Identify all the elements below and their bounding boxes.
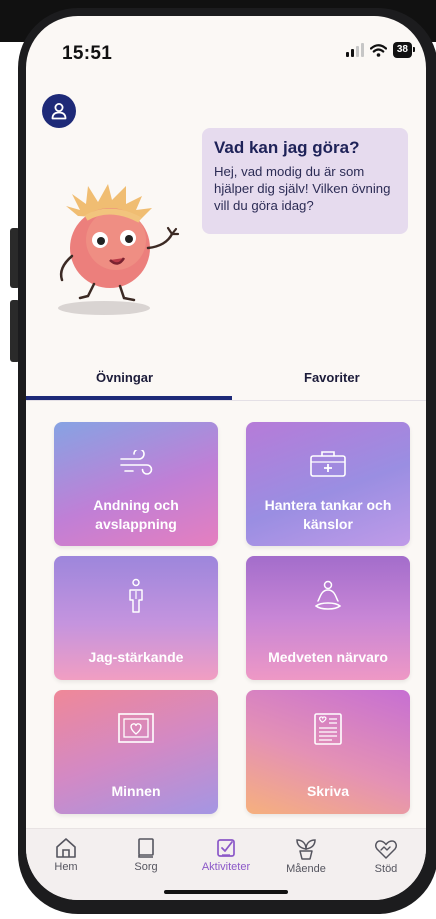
- nav-label: Mående: [286, 863, 326, 875]
- tab-divider: [26, 400, 426, 401]
- exercise-label: Hantera tankar och känslor: [264, 497, 392, 532]
- heart-hands-icon: [375, 840, 397, 859]
- exercise-label: Skriva: [306, 783, 350, 799]
- status-time: 15:51: [62, 43, 113, 64]
- battery-indicator: 38: [392, 42, 416, 58]
- phone-frame: 15:51 38 Vad kan jag göra? Hej, vad modi…: [18, 8, 436, 914]
- wifi-icon: [369, 43, 387, 57]
- status-icons: 38: [345, 42, 416, 58]
- exercise-card-jag-starkande[interactable]: Jag-stärkande: [54, 556, 218, 680]
- exercise-card-medveten-narvaro[interactable]: Medveten närvaro: [246, 556, 410, 680]
- notebook-icon: [314, 713, 342, 745]
- tab-ovningar[interactable]: Övningar: [96, 370, 153, 385]
- nav-label: Stöd: [374, 863, 398, 875]
- exercise-label: Jag-stärkande: [88, 649, 184, 665]
- home-icon: [56, 838, 76, 858]
- mascot-illustration: [58, 184, 180, 315]
- nav-label: Aktiviteter: [201, 861, 251, 873]
- nav-label: Sorg: [134, 861, 158, 873]
- exercise-card-andning[interactable]: Andning och avslappning: [54, 422, 218, 546]
- book-icon: [138, 838, 154, 858]
- exercise-card-minnen[interactable]: Minnen: [54, 690, 218, 814]
- profile-avatar-button[interactable]: [42, 94, 76, 128]
- person-icon: [129, 578, 143, 613]
- nav-item-sorg[interactable]: Sorg: [106, 829, 186, 873]
- app-screen: 15:51 38 Vad kan jag göra? Hej, vad modi…: [26, 16, 426, 900]
- nav-label: Hem: [54, 861, 78, 873]
- greeting-bubble: Vad kan jag göra? Hej, vad modig du är s…: [202, 128, 408, 234]
- tab-favoriter[interactable]: Favoriter: [304, 370, 360, 385]
- exercise-card-skriva[interactable]: Skriva: [246, 690, 410, 814]
- signal-icon: [345, 43, 364, 57]
- meditation-icon: [314, 580, 342, 610]
- nav-item-hem[interactable]: Hem: [26, 829, 106, 873]
- plant-icon: [296, 839, 316, 860]
- checkbox-icon: [217, 839, 235, 857]
- nav-item-stod[interactable]: Stöd: [346, 829, 426, 875]
- first-aid-kit-icon: [310, 451, 346, 477]
- heart-frame-icon: [118, 713, 154, 743]
- user-icon: [51, 103, 67, 120]
- exercise-label: Andning och avslappning: [93, 497, 179, 532]
- wind-icon: [120, 450, 153, 475]
- greeting-text: Hej, vad modig du är som hjälper dig sjä…: [214, 164, 391, 213]
- greeting-title: Vad kan jag göra?: [214, 138, 360, 157]
- nav-item-aktiviteter[interactable]: Aktiviteter: [186, 829, 266, 873]
- exercise-label: Minnen: [111, 783, 161, 799]
- exercise-label: Medveten närvaro: [268, 649, 388, 665]
- exercise-card-hantera[interactable]: Hantera tankar och känslor: [246, 422, 410, 546]
- home-indicator: [164, 890, 288, 894]
- nav-item-maende[interactable]: Mående: [266, 829, 346, 875]
